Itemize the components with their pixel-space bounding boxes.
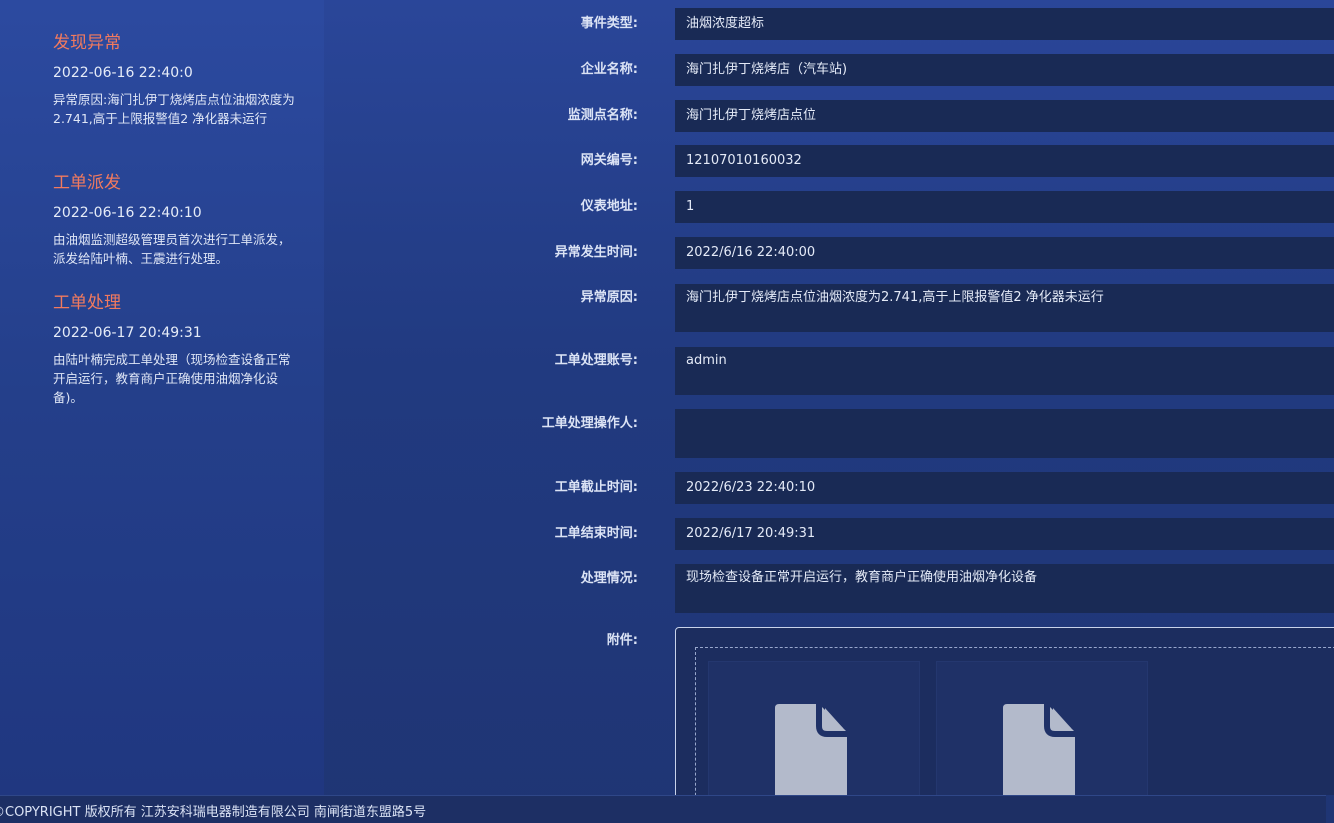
timeline-step-discover: 发现异常 2022-06-16 22:40:0 异常原因:海门扎伊丁烧烤店点位油…: [53, 32, 298, 172]
field-label: 异常原因:: [580, 290, 638, 305]
file-icon: [775, 704, 847, 795]
monitor-point-input[interactable]: 海门扎伊丁烧烤店点位: [675, 100, 1334, 132]
gateway-number-input[interactable]: 12107010160032: [675, 145, 1334, 177]
timeline-step-desc: 异常原因:海门扎伊丁烧烤店点位油烟浓度为2.741,高于上限报警值2 净化器未运…: [53, 92, 295, 126]
field-label: 附件:: [606, 633, 638, 648]
timeline-step-desc: 由油烟监测超级管理员首次进行工单派发，派发给陆叶楠、王震进行处理。: [53, 232, 291, 266]
timeline-step-title: 工单派发: [53, 173, 121, 193]
app-root: 发现异常 2022-06-16 22:40:0 异常原因:海门扎伊丁烧烤店点位油…: [0, 0, 1334, 823]
timeline-step-dispatch: 工单派发 2022-06-16 22:40:10 由油烟监测超级管理员首次进行工…: [53, 172, 298, 292]
timeline-step-handle: 工单处理 2022-06-17 20:49:31 由陆叶楠完成工单处理（现场检查…: [53, 292, 298, 407]
handler-account-textarea[interactable]: admin: [675, 347, 1334, 395]
event-type-input[interactable]: 油烟浓度超标: [675, 8, 1334, 40]
field-label: 工单处理账号:: [554, 353, 638, 368]
process-timeline: 发现异常 2022-06-16 22:40:0 异常原因:海门扎伊丁烧烤店点位油…: [0, 0, 324, 795]
attachment-panel: [675, 627, 1334, 795]
anomaly-time-input[interactable]: 2022/6/16 22:40:00: [675, 237, 1334, 269]
handling-status-textarea[interactable]: 现场检查设备正常开启运行，教育商户正确使用油烟净化设备: [675, 564, 1334, 613]
attachment-dropzone[interactable]: [695, 647, 1334, 795]
anomaly-reason-textarea[interactable]: 海门扎伊丁烧烤店点位油烟浓度为2.741,高于上限报警值2 净化器未运行: [675, 284, 1334, 332]
footer-copyright: ©COPYRIGHT 版权所有 江苏安科瑞电器制造有限公司 南闸街道东盟路5号: [0, 795, 1326, 823]
timeline-step-time: 2022-06-16 22:40:10: [53, 205, 202, 221]
timeline-step-time: 2022-06-17 20:49:31: [53, 325, 202, 341]
file-icon: [1003, 704, 1075, 795]
end-time-input[interactable]: 2022/6/17 20:49:31: [675, 518, 1334, 550]
work-order-detail-form: 事件类型: 油烟浓度超标 企业名称: 海门扎伊丁烧烤店（汽车站) 监测点名称: …: [324, 0, 1334, 795]
attachment-file-1[interactable]: [708, 661, 920, 795]
field-label: 企业名称:: [580, 62, 638, 77]
timeline-step-title: 发现异常: [53, 33, 121, 53]
timeline-step-time: 2022-06-16 22:40:0: [53, 65, 193, 81]
meter-address-input[interactable]: 1: [675, 191, 1334, 223]
field-label: 工单结束时间:: [554, 526, 638, 541]
timeline-step-title: 工单处理: [53, 293, 121, 313]
company-name-input[interactable]: 海门扎伊丁烧烤店（汽车站): [675, 54, 1334, 86]
field-label: 监测点名称:: [567, 108, 638, 123]
field-label: 工单处理操作人:: [541, 416, 638, 431]
timeline-step-desc: 由陆叶楠完成工单处理（现场检查设备正常开启运行，教育商户正确使用油烟净化设备)。: [53, 352, 291, 405]
field-label: 工单截止时间:: [554, 480, 638, 495]
field-label: 异常发生时间:: [554, 245, 638, 260]
handler-operator-textarea[interactable]: [675, 409, 1334, 458]
field-label: 事件类型:: [580, 16, 638, 31]
field-label: 网关编号:: [580, 153, 638, 168]
deadline-time-input[interactable]: 2022/6/23 22:40:10: [675, 472, 1334, 504]
attachment-file-2[interactable]: [936, 661, 1148, 795]
field-label: 处理情况:: [580, 571, 638, 586]
field-label: 仪表地址:: [580, 199, 638, 214]
